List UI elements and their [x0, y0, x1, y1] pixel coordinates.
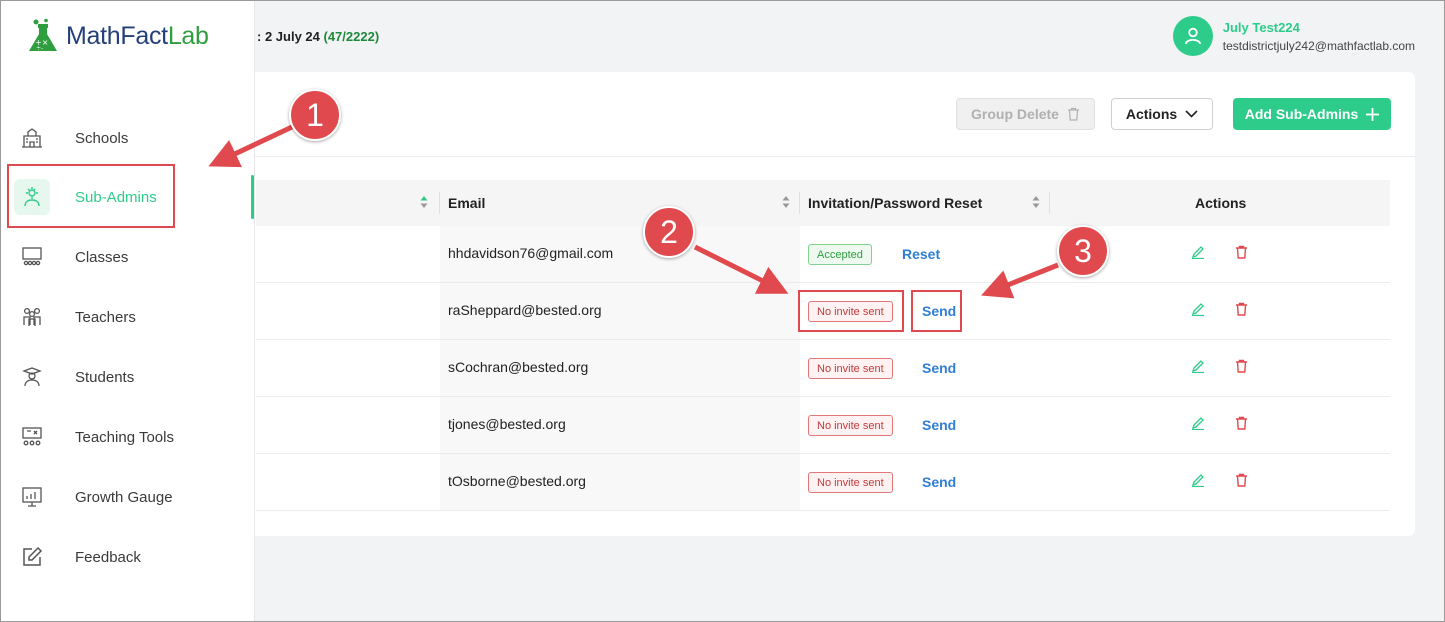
user-avatar-icon[interactable] [1172, 16, 1213, 56]
send-link[interactable]: Send [922, 360, 956, 376]
callout-number-3: 3 [1057, 225, 1109, 277]
table-row: raSheppard@bested.org No invite sent Sen… [256, 283, 1390, 340]
user-name: July Test224 [1222, 19, 1300, 35]
sort-icon[interactable] [782, 195, 790, 209]
teaching-tools-icon [14, 419, 50, 455]
sidebar-item-label: Schools [75, 129, 129, 147]
sub-admins-panel: Group Delete Actions Add Sub-Admins Emai… [240, 72, 1415, 536]
sidebar-item-label: Teaching Tools [75, 428, 174, 446]
svg-text:÷-: ÷- [36, 45, 43, 52]
chevron-down-icon [1185, 110, 1198, 118]
email-cell: sCochran@bested.org [448, 359, 589, 375]
sidebar-item-teaching-tools[interactable]: Teaching Tools [0, 411, 255, 463]
send-link[interactable]: Send [922, 417, 956, 433]
status-badge: Accepted [808, 244, 872, 265]
school-icon [14, 120, 50, 156]
delete-icon[interactable] [1235, 473, 1248, 487]
email-cell: tOsborne@bested.org [448, 473, 586, 489]
column-separator [1049, 192, 1050, 214]
edit-icon[interactable] [1191, 473, 1205, 487]
sort-icon[interactable] [1032, 195, 1040, 209]
sidebar-item-label: Teachers [75, 308, 136, 326]
user-profile[interactable]: July Test224 testdistrictjuly242@mathfac… [1172, 16, 1415, 56]
add-sub-admins-button[interactable]: Add Sub-Admins [1233, 98, 1391, 130]
column-header-invitation[interactable]: Invitation/Password Reset [808, 180, 982, 226]
sidebar-item-students[interactable]: Students [0, 351, 255, 403]
delete-icon[interactable] [1235, 359, 1248, 373]
brand-name: MathFactLab [66, 21, 209, 50]
classroom-icon [14, 239, 50, 275]
email-cell: tjones@bested.org [448, 416, 566, 432]
delete-icon[interactable] [1235, 245, 1248, 259]
callout-number-2: 2 [643, 206, 695, 258]
column-separator [799, 192, 800, 214]
group-delete-button[interactable]: Group Delete [956, 98, 1095, 130]
sub-admin-icon [14, 179, 50, 215]
sort-icon[interactable] [420, 195, 428, 209]
feedback-edit-icon [14, 539, 50, 575]
edit-icon[interactable] [1191, 245, 1205, 259]
brand-logo[interactable]: +× ÷- MathFactLab [26, 18, 209, 54]
table-row: hhdavidson76@gmail.com Accepted Reset [256, 226, 1390, 283]
delete-icon[interactable] [1235, 302, 1248, 316]
table-header: Email Invitation/Password Reset Actions [256, 180, 1390, 226]
status-badge: No invite sent [808, 415, 893, 436]
sidebar-item-label: Students [75, 368, 135, 386]
active-indicator [251, 175, 254, 219]
term-info: : 2 July 24 (47/2222) [257, 29, 379, 44]
sidebar-item-schools[interactable]: Schools [0, 112, 255, 164]
flask-logo-icon: +× ÷- [29, 18, 57, 52]
reset-link[interactable]: Reset [902, 246, 940, 262]
sidebar-item-feedback[interactable]: Feedback [0, 531, 255, 583]
term-count: (47/2222) [323, 29, 380, 44]
sidebar-item-label: Growth Gauge [75, 488, 173, 506]
column-separator [439, 192, 440, 214]
student-icon [14, 359, 50, 395]
callout-number-1: 1 [289, 89, 341, 141]
term-label: : 2 July 24 [257, 29, 320, 44]
send-link[interactable]: Send [922, 303, 956, 319]
delete-icon[interactable] [1235, 416, 1248, 430]
status-badge: No invite sent [808, 301, 893, 322]
divider [240, 156, 1415, 157]
status-badge: No invite sent [808, 358, 893, 379]
sidebar-item-classes[interactable]: Classes [0, 231, 255, 283]
table-row: sCochran@bested.org No invite sent Send [256, 340, 1390, 397]
email-cell: raSheppard@bested.org [448, 302, 602, 318]
sidebar-item-sub-admins[interactable]: Sub-Admins [0, 171, 255, 223]
table-row: tjones@bested.org No invite sent Send [256, 397, 1390, 454]
column-header-email[interactable]: Email [448, 180, 485, 226]
email-cell: hhdavidson76@gmail.com [448, 245, 614, 261]
sidebar-item-label: Classes [75, 248, 129, 266]
edit-icon[interactable] [1191, 302, 1205, 316]
column-header-actions: Actions [1195, 195, 1247, 211]
growth-chart-icon [14, 479, 50, 515]
sidebar-item-label: Feedback [75, 548, 141, 566]
user-email: testdistrictjuly242@mathfactlab.com [1222, 38, 1415, 53]
edit-icon[interactable] [1191, 359, 1205, 373]
send-link[interactable]: Send [922, 474, 956, 490]
sidebar-item-teachers[interactable]: Teachers [0, 291, 255, 343]
table-row: tOsborne@bested.org No invite sent Send [256, 454, 1390, 511]
sidebar: +× ÷- MathFactLab Schools Sub-Admins Cla… [0, 0, 255, 622]
status-badge: No invite sent [808, 472, 893, 493]
sidebar-item-growth-gauge[interactable]: Growth Gauge [0, 471, 255, 523]
teachers-icon [14, 299, 50, 335]
sidebar-item-label: Sub-Admins [75, 188, 157, 206]
actions-dropdown[interactable]: Actions [1111, 98, 1213, 130]
edit-icon[interactable] [1191, 416, 1205, 430]
trash-icon [1067, 107, 1079, 121]
plus-icon [1366, 107, 1380, 121]
